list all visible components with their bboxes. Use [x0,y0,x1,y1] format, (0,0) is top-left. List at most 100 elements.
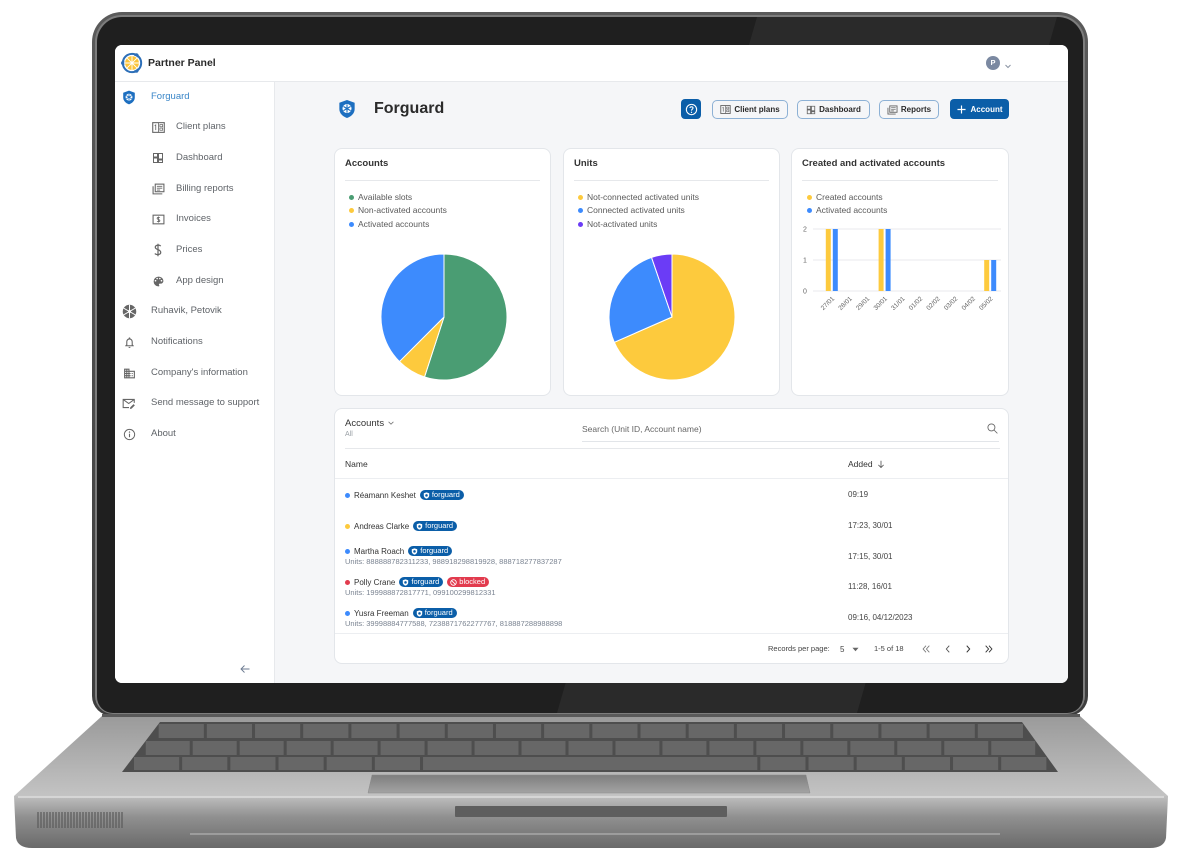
badge-label: forguard [411,577,440,586]
status-dot [345,523,350,529]
shield-icon [416,609,422,617]
sidebar-item-about[interactable]: About [115,424,274,444]
accounts-filter-value: All [345,431,353,438]
sidebar-item-dashboard[interactable]: Dashboard [115,148,274,168]
forguard-badge: forguard [408,546,453,556]
trackpad [367,774,811,794]
user-menu-chevron-down-icon[interactable] [1003,58,1013,69]
sidebar-item-company-information[interactable]: Company's information [115,363,274,383]
client-plans-icon [150,119,166,135]
screen: Partner Panel P Forguard Client plans Da… [115,45,1068,683]
sidebar-item-label: Billing reports [176,183,234,194]
collapse-sidebar-arrow-left-icon[interactable] [239,662,251,674]
sidebar-item-client-plans[interactable]: Client plans [115,117,274,137]
search-icon[interactable] [986,422,999,435]
sidebar-item-forguard[interactable]: Forguard [115,87,274,107]
sidebar-item-label: App design [176,275,224,286]
forguard-badge: forguard [419,490,464,500]
key [709,741,754,755]
account-name: Yusra Freeman [354,608,409,618]
first-page-icon[interactable] [919,642,933,656]
dollar-icon [150,242,166,258]
next-page-icon[interactable] [961,642,975,656]
account-units: Units: 888888782311233, 988918298819928,… [345,557,562,566]
bar-created-accounts-05-02[interactable] [984,260,990,291]
key [192,741,237,755]
column-header-added[interactable]: Added [848,458,885,470]
key [760,757,806,770]
bar-activated-accounts-27-01[interactable] [832,229,838,291]
records-per-page-value: 5 [840,644,845,654]
x-tick-label: 02/02 [925,295,942,312]
added-date: 11:28, 16/01 [848,582,892,591]
table-row[interactable]: Réamann Keshet forguard 09:19 [335,489,1008,503]
key [897,741,942,755]
ruhavik-logo-icon [121,303,137,319]
reports-button[interactable]: Reports [879,100,939,119]
client-plans-button[interactable]: Client plans [712,100,788,119]
added-date: 17:15, 30/01 [848,552,893,561]
key [856,757,902,770]
units-chart-card: Units Not-connected activated units Conn… [563,148,780,396]
key [568,741,613,755]
sidebar-item-prices[interactable]: Prices [115,240,274,260]
dashboard-button-label: Dashboard [819,105,861,114]
bar-created-accounts-27-01[interactable] [825,229,831,291]
x-tick-label: 05/02 [978,295,995,312]
column-header-name[interactable]: Name [345,458,368,470]
key [953,757,999,770]
status-dot [345,610,350,616]
y-tick-label: 0 [803,289,807,296]
search-placeholder: Search (Unit ID, Account name) [582,424,702,434]
key [756,741,801,755]
bar-activated-accounts-05-02[interactable] [991,260,997,291]
records-per-page-select[interactable]: 5 [840,642,860,656]
account-units: Units: 39998884777588, 7238871762277767,… [345,619,563,628]
page-title: Forguard [374,100,445,117]
account-name: Réamann Keshet [354,490,416,500]
table-row[interactable]: Yusra Freeman forguard Units: 3999888477… [335,607,1008,629]
key [333,741,378,755]
search-input[interactable]: Search (Unit ID, Account name) [582,421,999,442]
added-date: 09:16, 04/12/2023 [848,613,913,622]
created-activated-bar-chart: 0 1 2 27/01 28/01 29/01 30/01 31/01 01/02 02/02 03… [803,227,1001,312]
last-page-icon[interactable] [982,642,996,656]
key [255,724,301,738]
table-row[interactable]: Andreas Clarke forguard 17:23, 30/01 [335,520,1008,534]
forguard-badge: forguard [412,608,457,618]
account-name: Martha Roach [354,546,405,556]
previous-page-icon[interactable] [941,642,955,656]
x-tick-label: 04/02 [961,295,978,312]
key [592,724,638,738]
table-row[interactable]: Martha Roach forguard Units: 88888878231… [335,545,1008,567]
client-plans-button-label: Client plans [734,105,780,114]
user-avatar[interactable]: P [986,56,1000,70]
dashboard-button[interactable]: Dashboard [797,100,870,119]
x-tick-label: 30/01 [873,295,890,312]
badge-label: forguard [431,490,460,499]
help-button[interactable] [681,99,701,119]
key [145,741,190,755]
key [785,724,831,738]
sidebar-item-invoices[interactable]: Invoices [115,209,274,229]
key [286,741,331,755]
key [133,757,180,770]
sidebar-item-notifications[interactable]: Notifications [115,332,274,352]
key [447,724,493,738]
pagination-range: 1-5 of 18 [874,644,904,653]
sidebar-item-send-message-to-support[interactable]: Send message to support [115,393,274,413]
add-account-button[interactable]: Account [950,99,1009,119]
accounts-filter-dropdown[interactable]: Accounts [345,416,395,430]
sidebar-item-app-design[interactable]: App design [115,271,274,291]
x-tick-label: 28/01 [837,295,854,312]
key [736,724,783,738]
sidebar-item-billing-reports[interactable]: Billing reports [115,179,274,199]
sidebar-item-label: Invoices [176,213,211,224]
sidebar-item-label: Company's information [151,367,248,378]
forguard-shield-icon [121,89,137,105]
table-row[interactable]: Polly Crane forguard blocked Units: 1999… [335,576,1008,598]
sidebar-item-label: Prices [176,244,203,255]
bar-activated-accounts-30-01[interactable] [885,229,891,291]
sidebar-item-ruhavik-petovik[interactable]: Ruhavik, Petovik [115,301,274,321]
bar-created-accounts-30-01[interactable] [878,229,884,291]
